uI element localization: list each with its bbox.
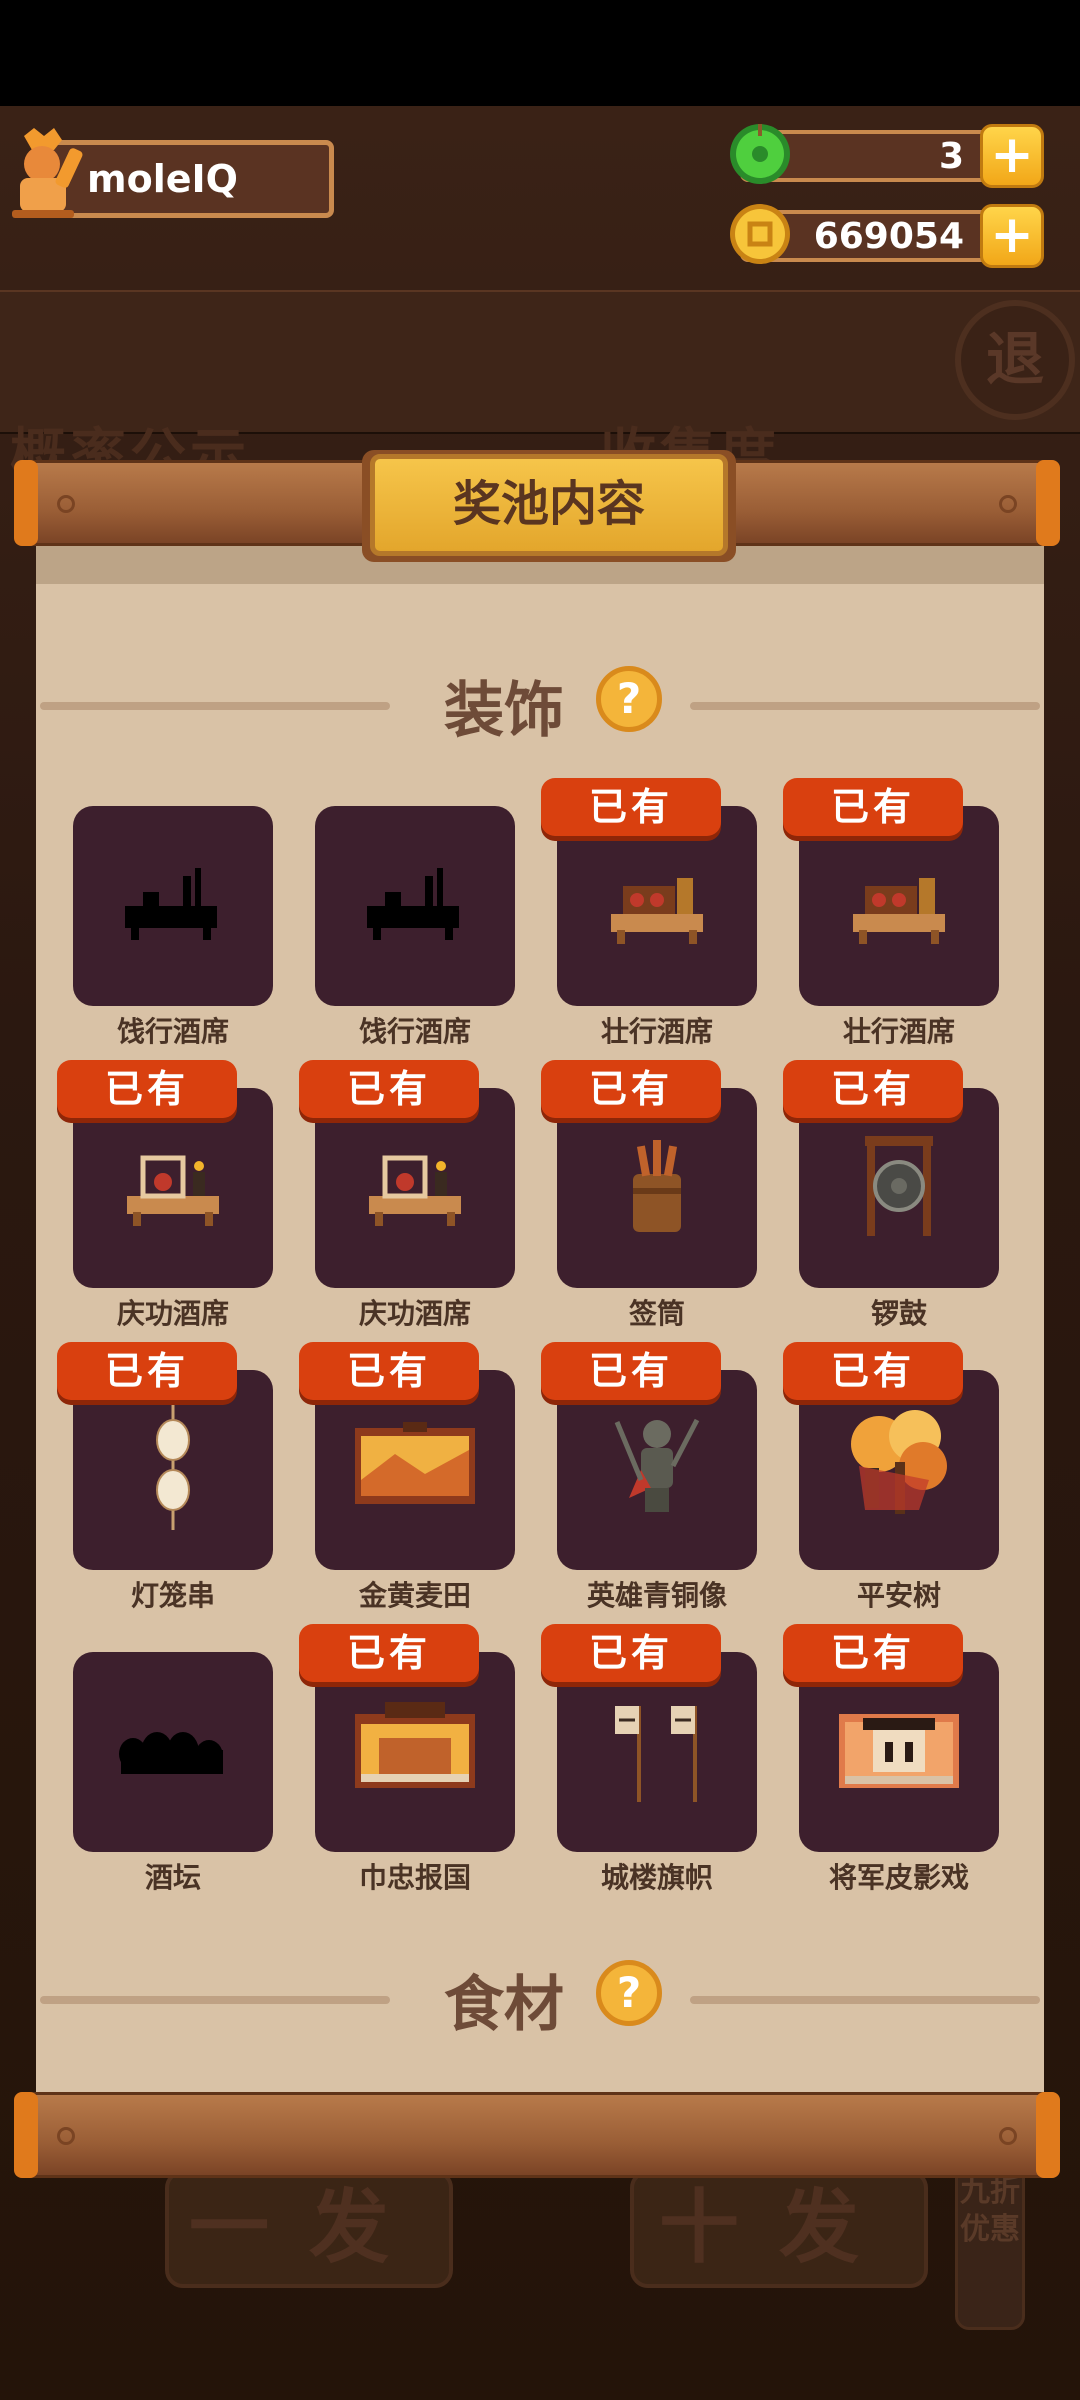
item-name: 金黄麦田 — [358, 1579, 471, 1612]
silhouette-wine-jar-icon — [119, 1732, 223, 1774]
item-name: 签筒 — [628, 1297, 685, 1330]
item-card[interactable]: 已有 英雄青铜像 — [541, 1342, 757, 1654]
item-name: 城楼旗帜 — [600, 1861, 713, 1894]
nail-icon — [999, 2127, 1017, 2145]
section-divider — [40, 702, 390, 710]
discount-tag: 九折优惠 — [955, 2160, 1025, 2330]
silhouette-banquet-icon — [125, 868, 217, 940]
wheat-field-icon — [355, 1422, 475, 1504]
item-card[interactable]: 已有 将军皮影戏 — [783, 1624, 999, 1936]
item-name: 饯行酒席 — [358, 1015, 471, 1048]
owned-badge: 已有 — [541, 1624, 721, 1682]
item-card[interactable]: 已有 壮行酒席 — [783, 778, 999, 1090]
panel-title: 奖池内容 — [370, 454, 728, 556]
owned-badge: 已有 — [299, 1060, 479, 1118]
decoration-section-title: 装饰 — [444, 676, 564, 746]
item-name: 巾忠报国 — [358, 1861, 471, 1894]
add-coin-button[interactable]: + — [980, 204, 1044, 268]
item-name: 庆功酒席 — [358, 1297, 471, 1330]
item-card[interactable]: 已有 平安树 — [783, 1342, 999, 1654]
item-card[interactable]: 已有 金黄麦田 — [299, 1342, 515, 1654]
item-name: 饯行酒席 — [116, 1015, 229, 1048]
nail-icon — [57, 495, 75, 513]
owned-badge: 已有 — [299, 1624, 479, 1682]
item-card[interactable]: 已有 壮行酒席 — [541, 778, 757, 1090]
jade-count: 3 — [938, 136, 964, 177]
owned-badge: 已有 — [541, 778, 721, 836]
decoration-help-icon[interactable]: ? — [596, 666, 662, 732]
item-card[interactable]: 已有 灯笼串 — [57, 1342, 273, 1654]
item-name: 庆功酒席 — [116, 1297, 229, 1330]
ten-draw-button[interactable]: 十发 — [630, 2170, 928, 2288]
item-name: 壮行酒席 — [600, 1015, 713, 1048]
item-card[interactable]: 已有 城楼旗帜 — [541, 1624, 757, 1936]
player-avatar-icon[interactable] — [4, 128, 84, 220]
owned-badge: 已有 — [783, 1060, 963, 1118]
add-jade-button[interactable]: + — [980, 124, 1044, 188]
celebration-table-icon — [127, 1155, 219, 1226]
item-card[interactable]: 饯行酒席 — [73, 806, 273, 1090]
banquet-table-icon — [853, 878, 945, 944]
single-draw-button[interactable]: 一发 — [165, 2170, 453, 2288]
section-divider — [690, 702, 1040, 710]
status-bar — [0, 0, 1080, 106]
item-name: 灯笼串 — [130, 1579, 215, 1612]
ingredients-help-icon[interactable]: ? — [596, 1960, 662, 2026]
banquet-table-icon — [611, 878, 703, 944]
item-card[interactable]: 酒坛 — [73, 1652, 273, 1936]
nail-icon — [57, 2127, 75, 2145]
tower-flags-icon — [615, 1706, 697, 1802]
item-card[interactable]: 饯行酒席 — [315, 806, 515, 1090]
nail-icon — [999, 495, 1017, 513]
item-card[interactable]: 已有 锣鼓 — [783, 1060, 999, 1372]
loyalty-stage-icon — [355, 1702, 475, 1788]
item-card[interactable]: 已有 庆功酒席 — [57, 1060, 273, 1372]
bronze-statue-icon — [614, 1418, 700, 1512]
peace-tree-icon — [851, 1410, 947, 1514]
item-name: 将军皮影戏 — [828, 1861, 969, 1894]
coin-icon — [730, 204, 790, 264]
owned-badge: 已有 — [783, 1342, 963, 1400]
owned-badge: 已有 — [299, 1342, 479, 1400]
item-name: 英雄青铜像 — [586, 1579, 727, 1612]
scroll-rod-bottom — [14, 2092, 1060, 2178]
exit-button[interactable]: 退 — [955, 300, 1075, 420]
owned-badge: 已有 — [541, 1342, 721, 1400]
silhouette-banquet-icon — [367, 868, 459, 940]
gong-icon — [865, 1136, 933, 1236]
celebration-table-icon — [369, 1155, 461, 1226]
lot-cylinder-icon — [633, 1140, 681, 1232]
item-name: 平安树 — [856, 1579, 941, 1612]
section-divider — [690, 1996, 1040, 2004]
ingredients-section-title: 食材 — [444, 1970, 564, 2040]
coin-count: 669054 — [813, 216, 964, 257]
player-name: moleIQ — [87, 157, 238, 201]
item-name: 壮行酒席 — [842, 1015, 955, 1048]
item-name: 锣鼓 — [870, 1297, 927, 1330]
shadow-puppet-icon — [839, 1714, 959, 1788]
lantern-string-icon — [156, 1400, 190, 1530]
owned-badge: 已有 — [541, 1060, 721, 1118]
item-name: 酒坛 — [144, 1861, 201, 1894]
owned-badge: 已有 — [783, 1624, 963, 1682]
section-divider — [40, 1996, 390, 2004]
owned-badge: 已有 — [57, 1342, 237, 1400]
item-card[interactable]: 已有 签筒 — [541, 1060, 757, 1372]
jade-icon — [730, 124, 790, 184]
owned-badge: 已有 — [783, 778, 963, 836]
prize-pool-panel: 装饰 ? 食材 ? 饯行酒席 饯行酒席 已有 壮行酒席 已有 壮行酒席 已有 庆… — [36, 540, 1044, 2092]
owned-badge: 已有 — [57, 1060, 237, 1118]
item-card[interactable]: 已有 巾忠报国 — [299, 1624, 515, 1936]
item-card[interactable]: 已有 庆功酒席 — [299, 1060, 515, 1372]
